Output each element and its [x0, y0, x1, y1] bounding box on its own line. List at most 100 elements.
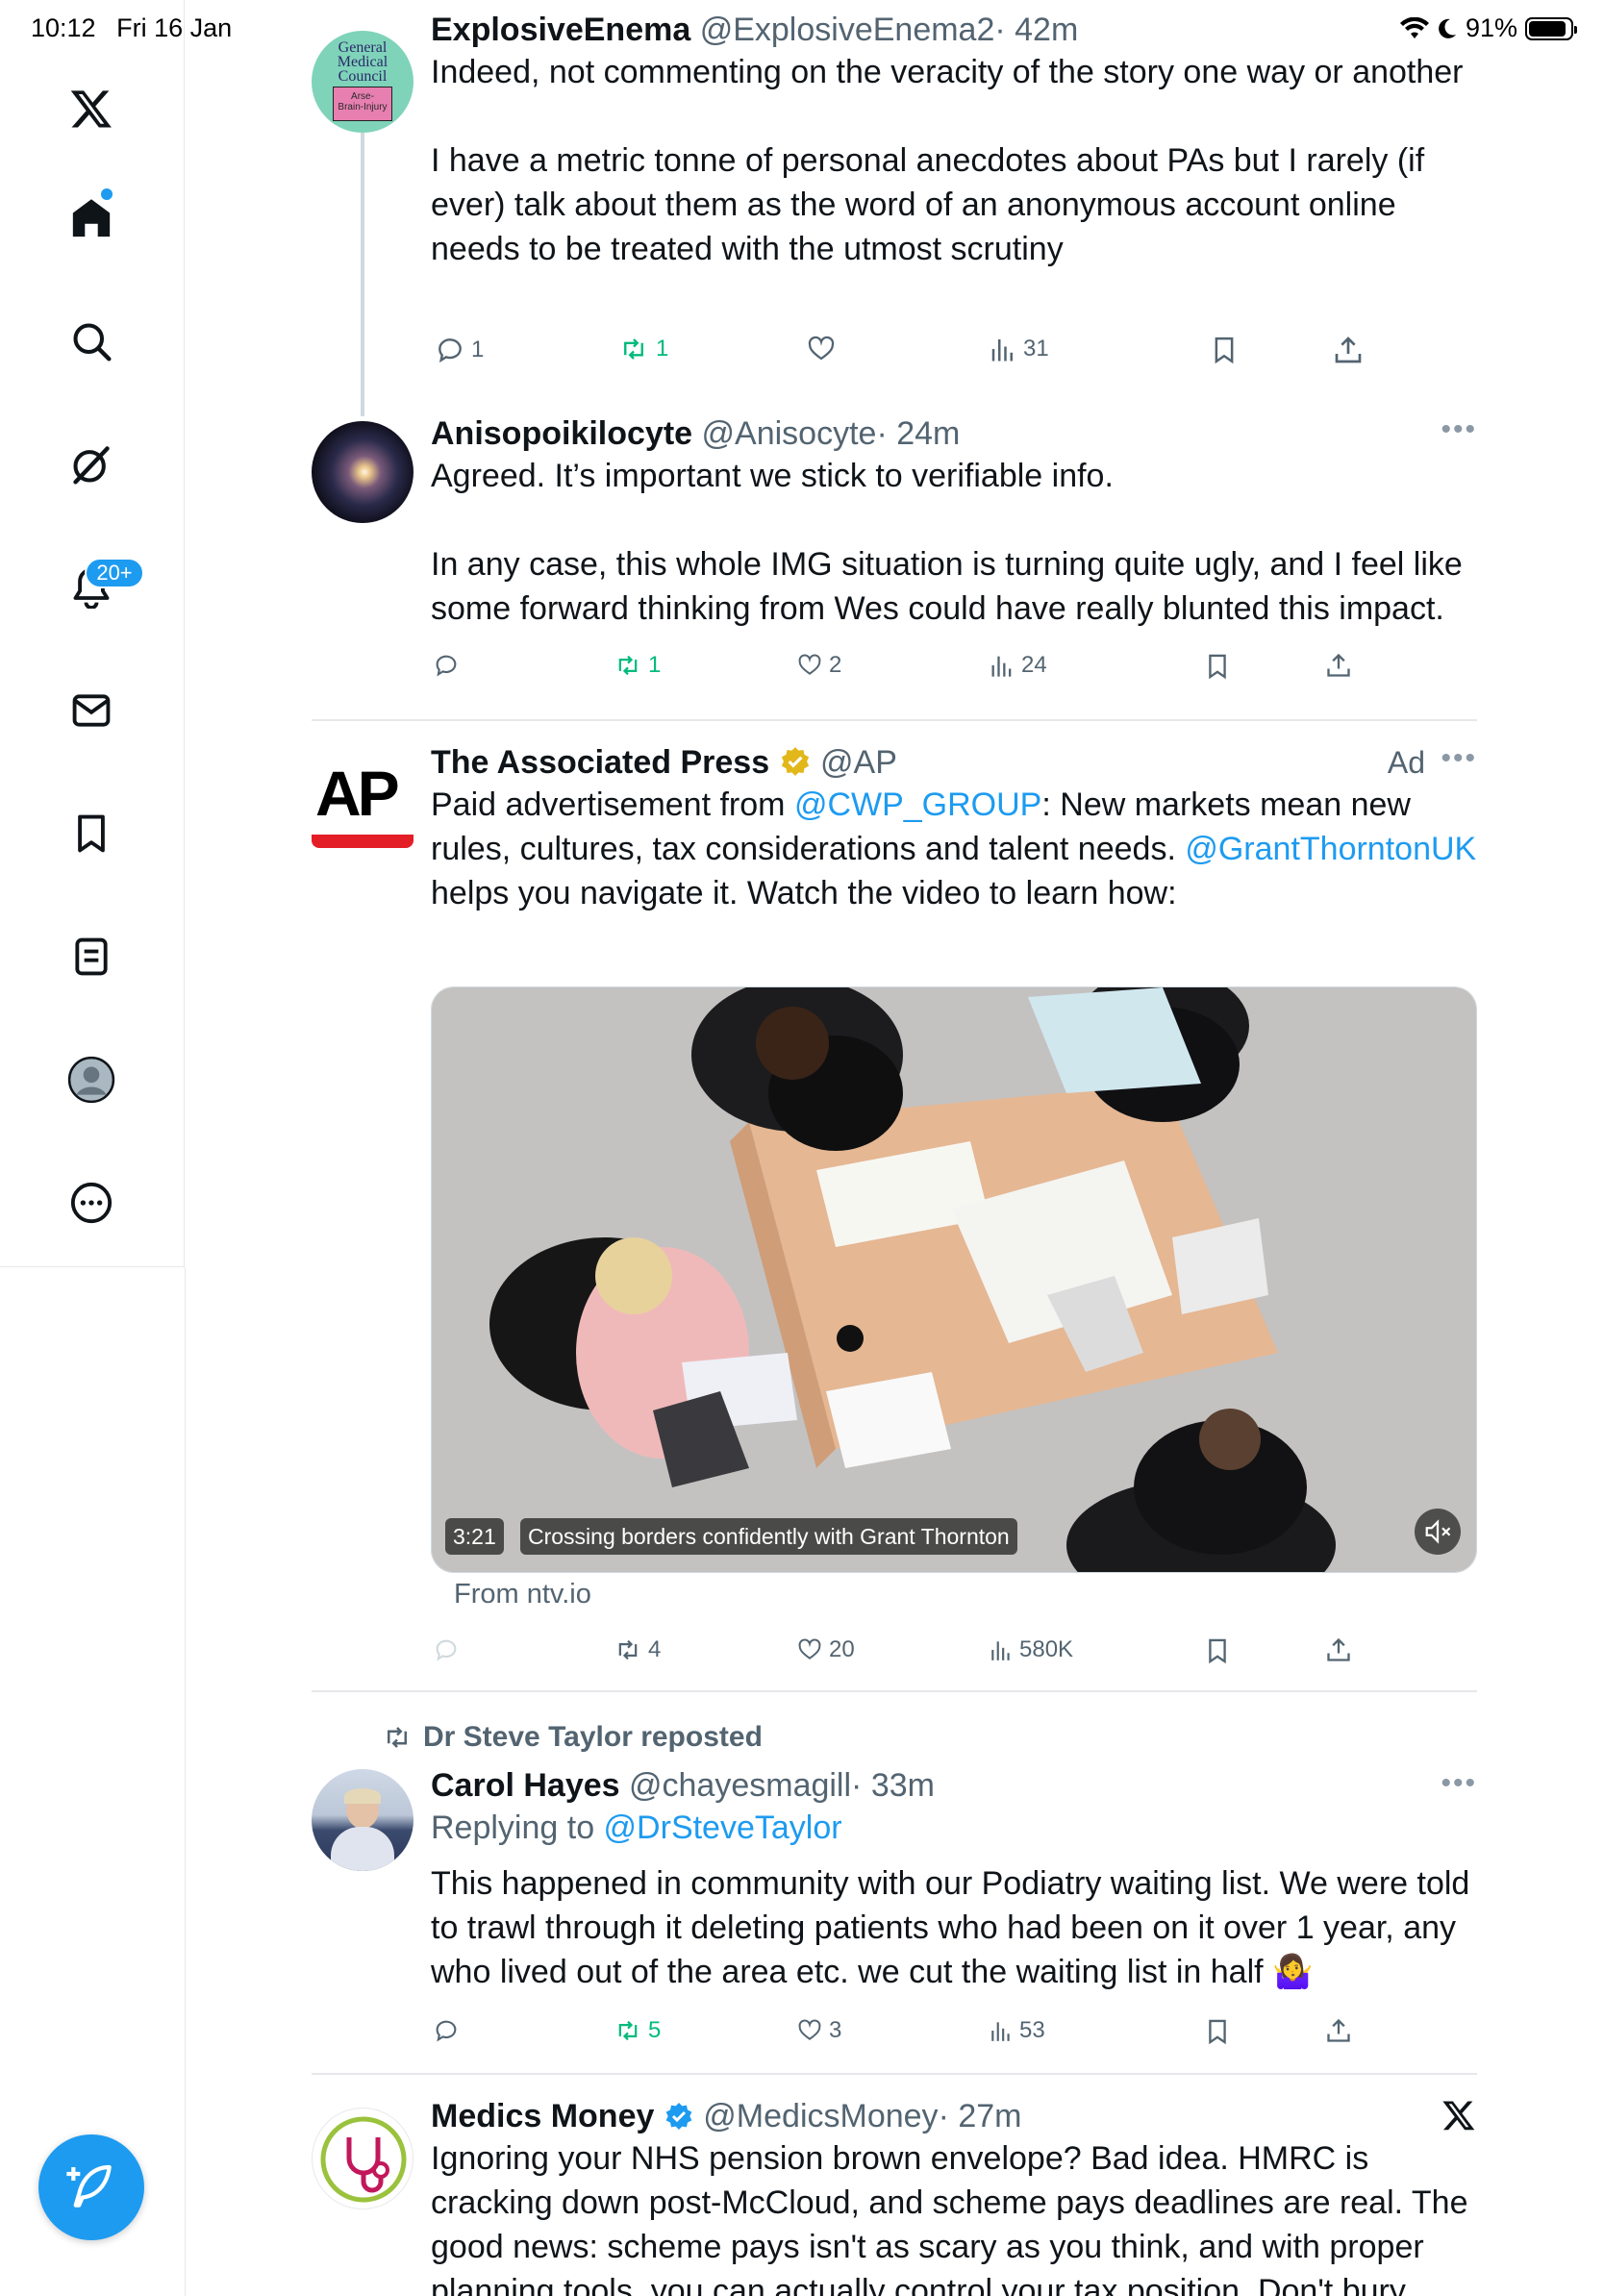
lists-icon[interactable] [63, 929, 119, 985]
video-source[interactable]: From ntv.io [454, 1579, 591, 1610]
views-button[interactable]: 53 [989, 2017, 1045, 2044]
display-name[interactable]: The Associated Press [431, 744, 769, 781]
tweet-header: Carol Hayes @chayesmagill· 33m [431, 1765, 1477, 1806]
display-name[interactable]: Medics Money [431, 2098, 654, 2134]
mention-link[interactable]: @DrSteveTaylor [604, 1809, 842, 1846]
handle[interactable]: @MedicsMoney [703, 2098, 938, 2134]
tweet-text-part: helps you navigate it. Watch the video t… [431, 875, 1177, 911]
repost-icon [388, 1727, 407, 1748]
share-button[interactable] [1325, 1636, 1352, 1663]
like-button[interactable]: 3 [796, 2017, 841, 2044]
handle[interactable]: @chayesmagill [629, 1767, 851, 1804]
avatar[interactable] [312, 421, 414, 523]
tweet-text: I have a metric tonne of personal anecdo… [431, 142, 1425, 267]
heart-icon [798, 654, 821, 675]
repost-count: 1 [656, 336, 669, 362]
repost-by-label: Dr Steve Taylor reposted [423, 1721, 763, 1753]
bookmarks-icon[interactable] [63, 806, 119, 861]
ap-logo-text: AP [315, 758, 400, 829]
share-button[interactable] [1333, 335, 1364, 365]
avatar[interactable]: AP [312, 760, 414, 856]
tweet-text: This happened in community with our Podi… [431, 1865, 1470, 1990]
repost-button[interactable]: 1 [617, 335, 668, 363]
avatar-text-line: Council [338, 68, 388, 85]
timestamp[interactable]: · 33m [851, 1767, 935, 1804]
mention-link[interactable]: @GrantThorntonUK [1185, 831, 1476, 867]
display-name[interactable]: Carol Hayes [431, 1767, 620, 1804]
views-button[interactable]: 580K [989, 1636, 1073, 1663]
reply-button[interactable] [433, 2017, 465, 2044]
avatar-text-line: Medical [337, 54, 388, 70]
handle[interactable]: @AP [820, 744, 897, 781]
avatar-text-line: Brain-Injury [338, 102, 388, 112]
sidebar-border [185, 1267, 186, 2296]
more-menu-icon[interactable]: ••• [1441, 413, 1477, 446]
display-name[interactable]: Anisopoikilocyte [431, 415, 692, 452]
views-icon [991, 339, 1013, 362]
tweet-text: Indeed, not commenting on the veracity o… [431, 54, 1464, 90]
mention-link[interactable]: @CWP_GROUP [794, 786, 1041, 823]
views-count: 24 [1021, 652, 1047, 678]
like-button[interactable] [806, 335, 842, 363]
reply-button[interactable]: 1 [435, 335, 484, 365]
tweet-ap-ad[interactable]: AP The Associated Press @AP Paid adverti… [312, 742, 1477, 1685]
avatar[interactable] [312, 2108, 414, 2209]
search-icon[interactable] [63, 313, 119, 369]
notifications-badge: 20+ [85, 558, 144, 588]
repost-count: 5 [648, 2017, 662, 2043]
timestamp[interactable]: · 27m [939, 2098, 1022, 2134]
tweet-text-part: Paid advertisement from [431, 786, 794, 823]
tweet-medics-money[interactable]: Medics Money @MedicsMoney· 27m Ignoring … [312, 2096, 1477, 2296]
more-menu-icon[interactable]: ••• [1441, 742, 1477, 775]
share-button[interactable] [1325, 2017, 1352, 2044]
repost-button[interactable]: 1 [614, 652, 661, 679]
bookmark-icon [1215, 337, 1234, 364]
repost-button[interactable]: 5 [614, 2017, 661, 2044]
stethoscope-logo-icon [320, 2116, 407, 2203]
reply-button[interactable] [433, 652, 465, 679]
like-button[interactable]: 2 [796, 652, 841, 679]
bookmark-button[interactable] [1204, 652, 1231, 681]
grok-icon[interactable] [63, 437, 119, 492]
tweet-anisopoikilocyte[interactable]: Anisopoikilocyte @Anisocyte· 24m Agreed.… [312, 413, 1477, 692]
views-button[interactable]: 24 [989, 652, 1047, 679]
tweet-explosiveenema[interactable]: General Medical Council Arse- Brain-Inju… [312, 10, 1477, 394]
avatar[interactable]: General Medical Council Arse- Brain-Inju… [312, 31, 414, 133]
speaker-muted-icon [1425, 1519, 1451, 1544]
views-button[interactable]: 31 [989, 335, 1049, 363]
like-button[interactable]: 20 [796, 1636, 855, 1663]
compose-button[interactable] [38, 2134, 144, 2240]
home-icon[interactable] [63, 190, 119, 246]
timestamp[interactable]: · 42m [994, 12, 1078, 48]
share-button[interactable] [1325, 652, 1352, 679]
tweet-carol-hayes[interactable]: Dr Steve Taylor reposted Carol Hayes @ch… [312, 1719, 1477, 2065]
repost-button[interactable]: 4 [614, 1636, 661, 1663]
x-logo-icon[interactable] [1441, 2098, 1477, 2137]
verified-blue-icon [665, 2103, 692, 2130]
more-menu-icon[interactable]: ••• [1441, 1767, 1477, 1800]
more-options-icon[interactable] [63, 1175, 119, 1231]
home-unread-dot [101, 188, 113, 200]
handle[interactable]: @ExplosiveEnema2 [700, 12, 995, 48]
repost-icon [624, 338, 643, 360]
bookmark-button[interactable] [1210, 335, 1239, 365]
x-logo-icon[interactable] [63, 81, 119, 137]
bookmark-button[interactable] [1204, 2017, 1231, 2046]
messages-icon[interactable] [63, 683, 119, 738]
avatar[interactable] [312, 1769, 414, 1871]
tweet-header: Medics Money @MedicsMoney· 27m [431, 2096, 1477, 2136]
reply-icon [436, 655, 457, 677]
like-count: 20 [829, 1636, 855, 1662]
replying-to: Replying to @DrSteveTaylor [431, 1806, 1477, 1850]
avatar-text-line: Arse- [351, 91, 374, 102]
video-player[interactable]: 3:21 Crossing borders confidently with G… [431, 986, 1477, 1573]
mute-button[interactable] [1415, 1509, 1461, 1555]
display-name[interactable]: ExplosiveEnema [431, 12, 690, 48]
bookmark-button[interactable] [1204, 1636, 1231, 1665]
timestamp[interactable]: · 24m [876, 415, 960, 452]
handle[interactable]: @Anisocyte [702, 415, 877, 452]
repost-context[interactable]: Dr Steve Taylor reposted [381, 1721, 763, 1754]
heart-icon [808, 336, 835, 361]
reply-button[interactable] [433, 1636, 465, 1663]
profile-icon[interactable] [63, 1052, 119, 1108]
